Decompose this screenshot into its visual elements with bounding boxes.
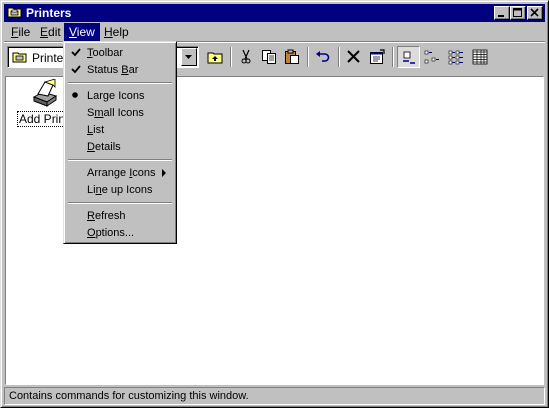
add-printer-icon <box>29 78 61 114</box>
menu-item-line-up-icons[interactable]: Line up Icons <box>67 182 173 199</box>
small-icons-view-icon <box>424 50 439 64</box>
menu-item-options[interactable]: Options... <box>67 225 173 242</box>
minimize-icon <box>498 15 504 17</box>
view-menu-dropdown: Toolbar Status Bar Large Icons Small Ico… <box>63 41 177 244</box>
status-bar: Contains commands for customizing this w… <box>4 387 545 405</box>
title-bar[interactable]: Printers <box>4 4 545 22</box>
menu-item-details[interactable]: Details <box>67 139 173 156</box>
printers-window: Printers File Edit View Help Printers Ad… <box>0 0 549 408</box>
maximize-button[interactable] <box>510 6 526 20</box>
undo-icon <box>316 51 330 62</box>
minimize-button[interactable] <box>494 6 510 20</box>
small-icons-view-button[interactable] <box>421 46 444 68</box>
address-dropdown-button[interactable] <box>181 48 197 66</box>
menu-item-small-icons[interactable]: Small Icons <box>67 105 173 122</box>
list-view-button[interactable] <box>445 46 468 68</box>
menu-item-list[interactable]: List <box>67 122 173 139</box>
properties-button[interactable] <box>366 46 389 68</box>
paste-icon <box>285 49 299 64</box>
radio-bullet-icon <box>72 92 78 98</box>
cut-button[interactable] <box>235 46 258 68</box>
undo-button[interactable] <box>312 46 335 68</box>
toolbar-separator <box>307 47 309 67</box>
toolbar-separator <box>230 47 232 67</box>
menu-item-large-icons[interactable]: Large Icons <box>67 88 173 105</box>
copy-button[interactable] <box>258 46 281 68</box>
up-one-level-button[interactable] <box>204 46 227 68</box>
checkmark-icon <box>71 65 81 74</box>
printers-folder-icon[interactable] <box>7 5 23 21</box>
menu-separator <box>68 202 172 204</box>
menu-view[interactable]: View <box>64 23 100 41</box>
large-icons-view-button[interactable] <box>397 46 420 68</box>
status-text: Contains commands for customizing this w… <box>4 387 545 405</box>
menu-edit[interactable]: Edit <box>35 23 66 41</box>
delete-icon <box>347 50 360 63</box>
copy-icon <box>262 50 276 64</box>
list-view-icon <box>448 50 463 65</box>
submenu-arrow-icon <box>162 169 166 177</box>
menu-item-arrange-icons[interactable]: Arrange Icons <box>67 165 173 182</box>
maximize-icon <box>513 8 522 17</box>
delete-button[interactable] <box>343 46 366 68</box>
chevron-down-icon <box>185 55 192 59</box>
large-icons-view-icon <box>403 51 415 64</box>
printers-folder-icon <box>12 50 28 67</box>
menu-item-refresh[interactable]: Refresh <box>67 208 173 225</box>
close-icon <box>530 8 539 17</box>
menu-item-status-bar[interactable]: Status Bar <box>67 62 173 79</box>
details-view-icon <box>472 49 488 65</box>
toolbar-separator <box>392 47 394 67</box>
paste-button[interactable] <box>281 46 304 68</box>
menu-bar: File Edit View Help <box>4 23 545 41</box>
menu-file[interactable]: File <box>6 23 35 41</box>
window-title: Printers <box>26 6 72 20</box>
cut-icon <box>241 49 251 64</box>
menu-item-toolbar[interactable]: Toolbar <box>67 45 173 62</box>
menu-help[interactable]: Help <box>99 23 134 41</box>
up-one-level-icon <box>207 52 223 64</box>
menu-separator <box>68 82 172 84</box>
menu-separator <box>68 159 172 161</box>
close-button[interactable] <box>527 6 543 20</box>
properties-icon <box>370 49 385 64</box>
details-view-button[interactable] <box>469 46 492 68</box>
checkmark-icon <box>71 48 81 57</box>
toolbar-separator <box>338 47 340 67</box>
